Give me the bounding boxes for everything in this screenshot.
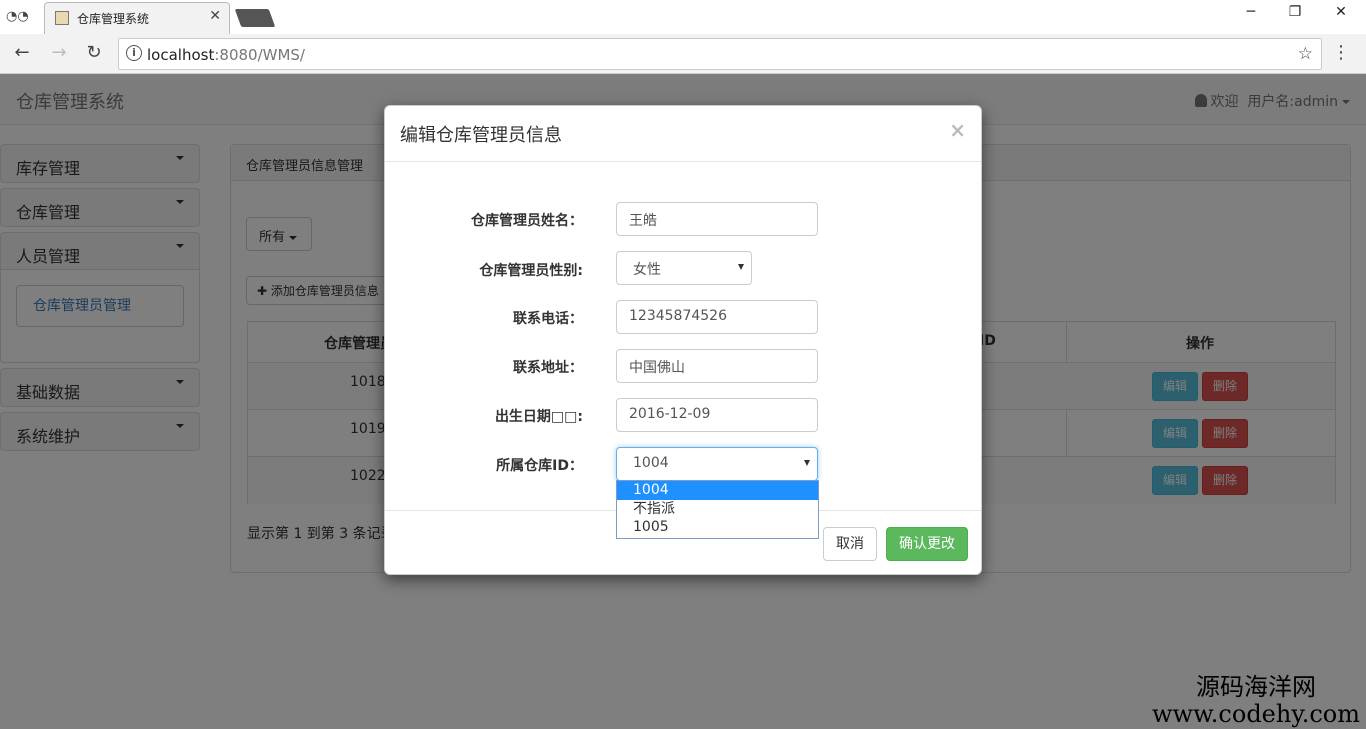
site-info-icon[interactable]: i [126,45,142,61]
name-input[interactable]: 王皓 [616,202,818,236]
cancel-button[interactable]: 取消 [823,527,877,561]
close-window-button[interactable]: ✕ [1318,4,1364,20]
incognito-icon: ◔◔ [6,9,29,24]
address-input[interactable]: 中国佛山 [616,349,818,383]
minimize-button[interactable]: ─ [1228,4,1274,20]
browser-tabstrip: ◔◔ 仓库管理系统 ✕ ─ ❐ ✕ [0,0,1366,34]
favicon-icon [55,11,69,25]
repo-label: 所属仓库ID： [496,458,583,474]
bookmark-star-icon[interactable]: ☆ [1298,44,1313,64]
close-icon[interactable]: × [949,118,966,142]
modal-header: 编辑仓库管理员信息 × [385,106,981,162]
url-text: localhost:8080/WMS/ [147,46,305,64]
dropdown-option[interactable]: 1004 [617,481,818,500]
address-label: 联系地址： [513,360,583,376]
watermark: 源码海洋网 www.codehy.com [1152,673,1360,727]
repo-dropdown-list: 1004 不指派 1005 [616,480,819,539]
url-path: :8080/WMS/ [214,46,305,64]
phone-input[interactable]: 12345874526 [616,300,818,334]
reload-button[interactable]: ↻ [82,42,106,63]
sex-select[interactable]: 女性 [616,251,752,285]
chevron-down-icon [804,460,810,466]
browser-menu-icon[interactable]: ⋮ [1332,42,1350,63]
repo-select-value: 1004 [633,455,669,471]
forward-button[interactable]: → [47,42,71,63]
sex-select-value: 女性 [633,262,661,278]
watermark-line1: 源码海洋网 [1196,673,1316,701]
url-host: localhost [147,46,215,64]
modal-title: 编辑仓库管理员信息 [400,125,562,146]
name-label: 仓库管理员姓名： [471,213,583,229]
address-bar[interactable]: i localhost:8080/WMS/ ☆ [118,38,1322,70]
confirm-button[interactable]: 确认更改 [886,527,968,561]
chevron-down-icon [738,264,744,270]
tab-title: 仓库管理系统 [77,12,150,26]
sex-label: 仓库管理员性别: [479,263,583,279]
new-tab-button[interactable] [234,9,276,27]
back-button[interactable]: ← [10,42,34,63]
birth-input[interactable]: 2016-12-09 [616,398,818,432]
repo-select[interactable]: 1004 [616,447,818,481]
maximize-button[interactable]: ❐ [1272,4,1318,20]
phone-label: 联系电话： [513,311,583,327]
tab-close-icon[interactable]: ✕ [209,8,221,24]
browser-tab[interactable]: 仓库管理系统 ✕ [44,2,230,34]
browser-toolbar: ← → ↻ i localhost:8080/WMS/ ☆ ⋮ [0,34,1366,74]
watermark-line2: www.codehy.com [1152,700,1360,728]
dropdown-option[interactable]: 不指派 [617,500,818,519]
dropdown-option[interactable]: 1005 [617,518,818,537]
birth-label: 出生日期□□: [494,409,583,425]
edit-admin-modal: 编辑仓库管理员信息 × 仓库管理员姓名： 王皓 仓库管理员性别: 女性 联系电话… [384,105,982,575]
